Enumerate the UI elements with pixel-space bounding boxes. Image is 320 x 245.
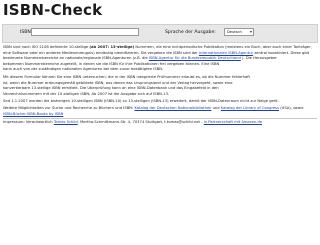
imprint: Impressum: Verantwortlich Tomas Schild, … — [3, 120, 263, 124]
search-panel: ISBN: Sprache der Ausgabe: Deutsch ▾ — [2, 24, 318, 43]
language-label: Sprache der Ausgabe: — [165, 30, 216, 35]
more-line-2: ISBN-Bücher.ISBN-Books by ISBN — [3, 112, 318, 118]
german-isbn-agency-link[interactable]: ISBN-Agentur für die Bundesrepublik Deut… — [149, 56, 241, 60]
since-2007-text: Seit 1.1.2007 wurden die bisherigen 10-s… — [3, 99, 279, 103]
amazon-partner-link[interactable]: In Partnerschaft mit Amazon.de — [204, 120, 262, 124]
author-link[interactable]: Tomas Schild — [54, 120, 78, 124]
dnb-catalog-link[interactable]: Katalog der Deutschen Nationalbibliothek — [134, 106, 211, 110]
isbn-input[interactable] — [31, 28, 139, 36]
page: ISBN-Check ISBN: Sprache der Ausgabe: De… — [0, 0, 320, 245]
intro-line-5: kann auch von der zuständigen nationalen… — [3, 67, 164, 71]
divider — [3, 118, 317, 119]
language-select[interactable]: Deutsch ▾ — [224, 28, 254, 36]
isbn-books-link[interactable]: ISBN-Bücher.ISBN-Books by ISBN — [3, 112, 63, 116]
intro-bold: (ab 2007: 13-stellige) — [89, 45, 135, 49]
help-line-4: Verzeichnisnummern mit der 10-stelligen … — [3, 91, 170, 96]
language-select-value: Deutsch — [227, 30, 242, 34]
page-title: ISBN-Check — [3, 1, 103, 19]
isbn-agency-link[interactable]: Internationalen ISBN-Agentur — [199, 51, 253, 55]
chevron-down-icon: ▾ — [249, 29, 252, 34]
loc-catalog-link[interactable]: Katalog der Library of Congress — [221, 106, 279, 110]
